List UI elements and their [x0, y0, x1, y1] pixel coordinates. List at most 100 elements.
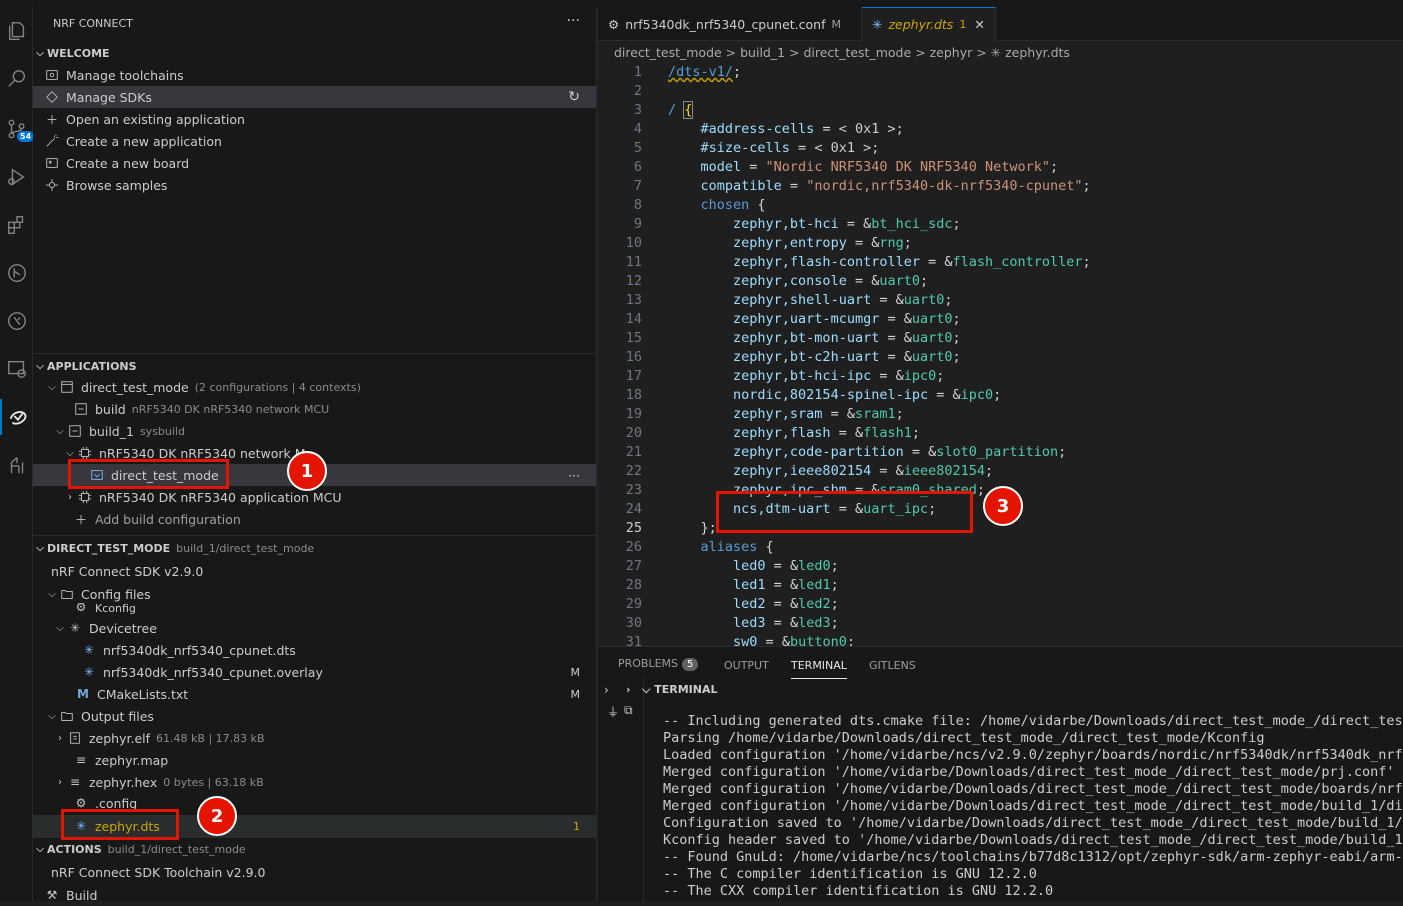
create-new-application-item[interactable]: Create a new application	[33, 130, 596, 152]
refresh-icon[interactable]: ↻	[568, 89, 580, 105]
annotation-box-1	[68, 459, 229, 489]
code-line[interactable]: 18 nordic,802154-spinel-ipc = &ipc0;	[598, 386, 1403, 405]
line-text: zephyr,shell-uart = &uart0;	[733, 292, 953, 308]
cmakelists-item[interactable]: M CMakeLists.txt M	[33, 683, 596, 705]
build-folder-icon	[73, 401, 89, 417]
chevron-right-icon[interactable]: ›	[604, 683, 609, 697]
line-number: 4	[633, 121, 642, 137]
devicetree-item[interactable]: ⌵ ✳ Devicetree	[33, 617, 596, 639]
code-line[interactable]: 7 compatible = "nordic,nrf5340-dk-nrf534…	[598, 177, 1403, 196]
code-line[interactable]: 8 chosen {	[598, 196, 1403, 215]
code-line[interactable]: 1/dts-v1/;	[598, 63, 1403, 82]
code-line[interactable]: 28 led1 = &led1;	[598, 576, 1403, 595]
terminal-section-header[interactable]: › ⌵ TERMINAL	[626, 683, 718, 697]
code-view[interactable]: 1/dts-v1/; 2 3/ {4 #address-cells = < 0x1 …	[598, 63, 1403, 646]
tab-terminal[interactable]: TERMINAL	[791, 659, 847, 679]
code-line[interactable]: 30 led3 = &led3;	[598, 614, 1403, 633]
split-terminal-icon[interactable]: ⧉	[624, 703, 633, 718]
overlay-file-item[interactable]: ✳ nrf5340dk_nrf5340_cpunet.overlay M	[33, 661, 596, 683]
line-number: 15	[625, 330, 642, 346]
run-debug-icon[interactable]	[0, 159, 33, 195]
add-build-configuration-item[interactable]: ＋ Add build configuration	[33, 508, 596, 530]
build-action-item[interactable]: ⚒ Build	[33, 884, 596, 906]
browse-samples-item[interactable]: Browse samples	[33, 174, 596, 196]
open-existing-application-item[interactable]: ＋ Open an existing application	[33, 108, 596, 130]
extensions-icon[interactable]	[0, 207, 33, 243]
code-line[interactable]: 20 zephyr,flash = &flash1;	[598, 424, 1403, 443]
nrf-connect-icon[interactable]	[0, 399, 33, 435]
code-line[interactable]: 14 zephyr,uart-mcumgr = &uart0;	[598, 310, 1403, 329]
zephyr-elf-item[interactable]: › zephyr.elf 61.48 kB | 17.83 kB	[33, 727, 596, 749]
sidebar-more-icon[interactable]: ···	[567, 13, 580, 29]
dts-file-item[interactable]: ✳ nrf5340dk_nrf5340_cpunet.dts	[33, 639, 596, 661]
terminal-output[interactable]: -- Including generated dts.cmake file: /…	[663, 713, 1403, 900]
direct-test-mode-section-header[interactable]: ⌵ DIRECT_TEST_MODE build_1/direct_test_mod…	[33, 537, 596, 559]
output-files-item[interactable]: ⌵ Output files	[33, 705, 596, 727]
create-new-board-item[interactable]: Create a new board	[33, 152, 596, 174]
code-line[interactable]: 10 zephyr,entropy = &rng;	[598, 234, 1403, 253]
toolchain-version-item[interactable]: nRF Connect SDK Toolchain v2.9.0	[33, 861, 596, 883]
code-line[interactable]: 2	[598, 82, 1403, 101]
code-line[interactable]: 26 aliases {	[598, 538, 1403, 557]
code-line[interactable]: 11 zephyr,flash-controller = &flash_cont…	[598, 253, 1403, 272]
code-line[interactable]: 21 zephyr,code-partition = &slot0_partit…	[598, 443, 1403, 462]
code-line[interactable]: 19 zephyr,sram = &sram1;	[598, 405, 1403, 424]
zephyr-map-item[interactable]: ≡ zephyr.map	[33, 749, 596, 771]
code-line[interactable]: 27 led0 = &led0;	[598, 557, 1403, 576]
toolchain-icon	[44, 67, 60, 83]
code-line[interactable]: 9 zephyr,bt-hci = &bt_hci_sdc;	[598, 215, 1403, 234]
cmake-icon: M	[77, 687, 89, 701]
code-line[interactable]: 15 zephyr,bt-mon-uart = &uart0;	[598, 329, 1403, 348]
sdk-version-item[interactable]: nRF Connect SDK v2.9.0	[33, 560, 596, 582]
plug-icon[interactable]: ⏚	[607, 703, 619, 720]
code-line[interactable]: 12 zephyr,console = &uart0;	[598, 272, 1403, 291]
line-text: zephyr,sram = &sram1;	[733, 406, 904, 422]
chevron-down-icon: ⌵	[36, 360, 44, 372]
code-line[interactable]: 22 zephyr,ieee802154 = &ieee802154;	[598, 462, 1403, 481]
code-line[interactable]: 29 led2 = &led2;	[598, 595, 1403, 614]
config-files-item[interactable]: ⌵ Config files	[33, 584, 596, 604]
welcome-section-header[interactable]: ⌵ WELCOME	[33, 42, 596, 64]
kconfig-item[interactable]: ⚙ Kconfig	[33, 603, 596, 615]
build-config-build[interactable]: build nRF5340 DK nRF5340 network MCU	[33, 398, 596, 420]
domain-more-icon[interactable]: ···	[568, 468, 580, 483]
source-control-icon[interactable]: 54	[0, 111, 35, 147]
code-line[interactable]: 13 zephyr,shell-uart = &uart0;	[598, 291, 1403, 310]
line-text: led0 = &led0;	[733, 558, 839, 574]
manage-toolchains-item[interactable]: Manage toolchains	[33, 64, 596, 86]
breadcrumb[interactable]: direct_test_mode > build_1 > direct_test…	[614, 45, 1070, 60]
code-line[interactable]: 31 sw0 = &button0;	[598, 633, 1403, 646]
explorer-icon[interactable]	[0, 13, 33, 49]
code-line[interactable]: 16 zephyr,bt-c2h-uart = &uart0;	[598, 348, 1403, 367]
line-number: 9	[633, 216, 642, 232]
actions-section-header[interactable]: ⌵ ACTIONS build_1/direct_test_mode	[33, 838, 596, 860]
line-text: zephyr,flash-controller = &flash_control…	[733, 254, 1091, 270]
zephyr-hex-item[interactable]: › ≡ zephyr.hex 0 bytes | 63.18 kB	[33, 771, 596, 793]
git-graph-icon[interactable]	[0, 255, 33, 291]
code-line[interactable]: 3 / {	[598, 101, 1403, 120]
device-tree-icon[interactable]	[0, 447, 33, 483]
code-line[interactable]: 4 #address-cells = < 0x1 >;	[598, 120, 1403, 139]
line-text: compatible = "nordic,nrf5340-dk-nrf5340-…	[700, 178, 1091, 194]
code-line[interactable]: 17 zephyr,bt-hci-ipc = &ipc0;	[598, 367, 1403, 386]
chevron-down-icon: ⌵	[48, 381, 56, 393]
tab-zephyr-dts[interactable]: ✳ zephyr.dts 1 ✕	[862, 7, 996, 41]
line-number: 28	[625, 577, 642, 593]
search-icon[interactable]	[0, 61, 33, 97]
tab-output[interactable]: OUTPUT	[724, 659, 769, 672]
tab-cpunet-conf[interactable]: ⚙ nrf5340dk_nrf5340_cpunet.conf M	[598, 7, 862, 41]
remote-explorer-icon[interactable]	[0, 351, 33, 387]
code-line[interactable]: 5 #size-cells = < 0x1 >;	[598, 139, 1403, 158]
tab-gitlens[interactable]: GITLENS	[869, 659, 916, 672]
application-direct-test-mode[interactable]: ⌵ direct_test_mode (2 configurations | 4 c…	[33, 376, 596, 398]
applications-section-header[interactable]: ⌵ APPLICATIONS	[33, 355, 596, 377]
code-line[interactable]: 6 model = "Nordic NRF5340 DK NRF5340 Net…	[598, 158, 1403, 177]
testing-icon[interactable]	[0, 303, 33, 339]
line-text: / {	[668, 101, 694, 119]
manage-sdks-item[interactable]: Manage SDKs ↻	[33, 86, 596, 108]
tab-problems[interactable]: PROBLEMS 5	[618, 657, 699, 671]
close-icon[interactable]: ✕	[974, 17, 984, 32]
text-file-icon: ≡	[75, 753, 87, 767]
chevron-right-icon: ›	[58, 776, 62, 788]
build-config-build-1[interactable]: ⌵ build_1 sysbuild	[33, 420, 596, 442]
